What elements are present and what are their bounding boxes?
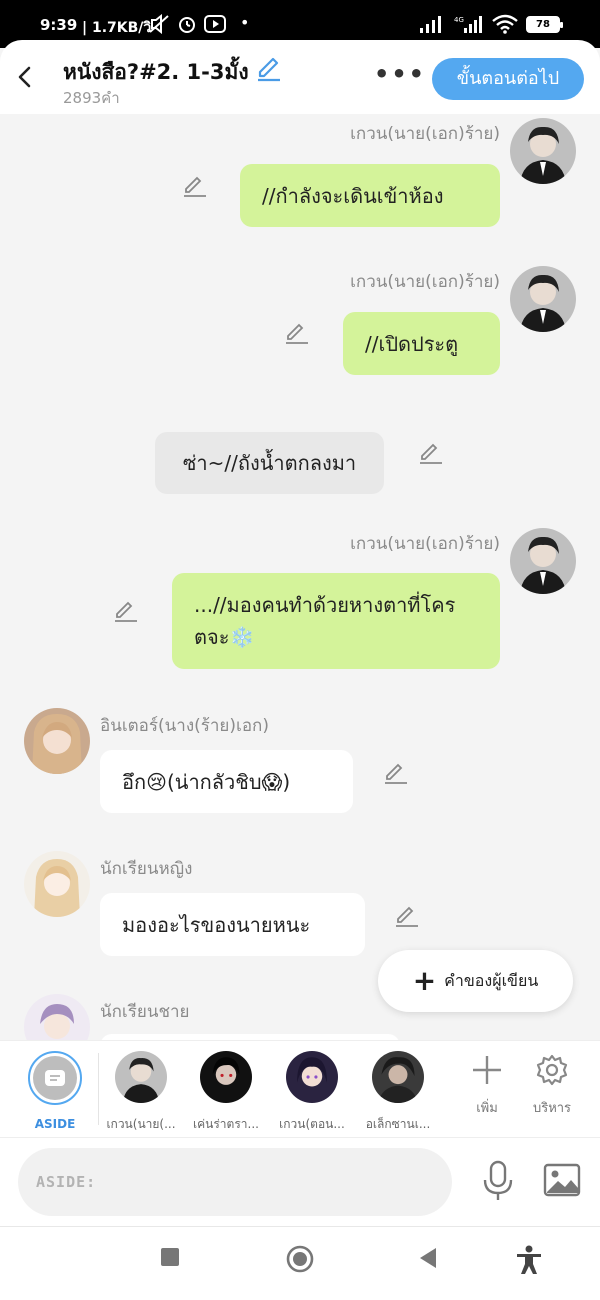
add-character-button[interactable]: เพิ่ม [457, 1053, 517, 1118]
image-icon[interactable] [543, 1162, 581, 1198]
message-text: //กำลังจะเดินเข้าห้อง [262, 183, 444, 208]
word-count: 2893คำ [63, 89, 120, 107]
message-text: //เปิดประตู [365, 331, 459, 356]
speaker-name: อินเตอร์(นาง(ร้าย)เอก) [100, 716, 269, 736]
chat-area: เกวน(นาย(เอก)ร้าย) //กำลังจะเดินเข้าห้อง… [0, 114, 600, 1040]
add-label: เพิ่ม [476, 1101, 498, 1116]
character-label: ASIDE [34, 1117, 76, 1131]
speaker-name: นักเรียนหญิง [100, 859, 193, 879]
svg-text:4G: 4G [454, 16, 464, 24]
message-input[interactable] [18, 1148, 452, 1216]
wifi-icon [492, 14, 518, 34]
character-bar: ASIDE เกวน(นาย(... เค่นร่าตรา... เกวน(ตอ… [0, 1040, 600, 1138]
app-header: หนังสือ?#2. 1-3มั้ง 2893คำ ••• ขั้นตอนต่… [0, 40, 600, 114]
speaker-name: นักเรียนชาย [100, 1002, 190, 1022]
edit-message-icon[interactable] [113, 599, 139, 625]
mute-icon [149, 14, 169, 34]
signal-4g-icon: 4G [454, 16, 482, 33]
character-item[interactable]: เค่นร่าตรา... [181, 1051, 271, 1134]
edit-message-icon[interactable] [182, 174, 208, 200]
avatar[interactable] [24, 851, 90, 917]
character-label: อเล็กซานเ... [365, 1117, 431, 1131]
aside-avatar [28, 1051, 82, 1105]
speaker-name: เกวน(นาย(เอก)ร้าย) [350, 534, 500, 554]
back-nav-icon[interactable] [418, 1247, 438, 1269]
chat-bubble-icon [45, 1070, 65, 1086]
character-label: เกวน(นาย(... [106, 1117, 176, 1131]
edit-message-icon[interactable] [383, 761, 409, 787]
avatar [200, 1051, 252, 1103]
manage-label: บริหาร [532, 1101, 572, 1116]
microphone-icon[interactable] [480, 1160, 516, 1202]
character-label: เกวน(ตอน... [279, 1117, 345, 1131]
network-speed: | 1.7KB/วิ [82, 20, 152, 36]
avatar[interactable] [510, 528, 576, 594]
message-bubble[interactable]: //เปิดประตู [343, 312, 500, 375]
narration-bubble[interactable]: ซ่า~//ถังน้ำตกลงมา [155, 432, 384, 494]
edit-message-icon[interactable] [284, 321, 310, 347]
edit-title-icon[interactable] [254, 54, 284, 84]
message-text: ซ่า~//ถังน้ำตกลงมา [182, 451, 357, 475]
edit-message-icon[interactable] [418, 441, 444, 467]
dot-indicator: • [240, 13, 250, 32]
avatar [286, 1051, 338, 1103]
message-bubble[interactable]: อึก😢(น่ากลัวชิบ😱) [100, 750, 353, 813]
avatar [372, 1051, 424, 1103]
plus-icon [473, 1056, 501, 1084]
youtube-icon [204, 15, 226, 33]
avatar[interactable] [24, 708, 90, 774]
author-note-label: คำของผู้เขียน [444, 970, 539, 990]
avatar[interactable] [24, 994, 90, 1040]
character-item[interactable]: เกวน(ตอน... [267, 1051, 357, 1134]
character-item[interactable]: เกวน(นาย(... [96, 1051, 186, 1134]
speaker-name: เกวน(นาย(เอก)ร้าย) [350, 124, 500, 144]
recent-apps-icon[interactable] [160, 1247, 180, 1267]
character-aside[interactable]: ASIDE [10, 1051, 100, 1131]
input-bar [0, 1138, 600, 1226]
message-bubble[interactable]: //กำลังจะเดินเข้าห้อง [240, 164, 500, 227]
add-author-note-button[interactable]: + คำของผู้เขียน [378, 950, 573, 1012]
message-bubble[interactable]: ...//มองคนทำด้วยหางตาที่โครตจะ❄️ [172, 573, 500, 669]
accessibility-icon[interactable] [515, 1245, 543, 1275]
edit-message-icon[interactable] [394, 904, 420, 930]
message-text: มองอะไรของนายหนะ [122, 912, 311, 937]
status-time: 9:39 [40, 16, 78, 34]
character-item[interactable]: อเล็กซานเ... [353, 1051, 443, 1134]
battery-icon: 78 [526, 15, 563, 33]
home-icon[interactable] [286, 1245, 314, 1273]
manage-button[interactable]: บริหาร [522, 1053, 582, 1118]
speaker-name: เกวน(นาย(เอก)ร้าย) [350, 272, 500, 292]
message-text: อึก😢(น่ากลัวชิบ😱) [122, 769, 291, 794]
plus-icon: + [412, 964, 437, 997]
back-arrow-icon[interactable] [14, 64, 36, 90]
next-step-button[interactable]: ขั้นตอนต่อไป [432, 58, 584, 100]
message-text: ...//มองคนทำด้วยหางตาที่โครตจะ❄️ [194, 593, 456, 649]
avatar[interactable] [510, 118, 576, 184]
avatar [115, 1051, 167, 1103]
alarm-icon [179, 17, 195, 33]
system-nav-bar [0, 1226, 600, 1300]
signal-icon [420, 16, 441, 33]
gear-icon [536, 1054, 568, 1086]
avatar[interactable] [510, 266, 576, 332]
page-title: หนังสือ?#2. 1-3มั้ง [63, 60, 249, 84]
character-label: เค่นร่าตรา... [193, 1117, 259, 1131]
more-options-icon[interactable]: ••• [374, 60, 426, 88]
message-bubble[interactable]: มองอะไรของนายหนะ [100, 893, 365, 956]
